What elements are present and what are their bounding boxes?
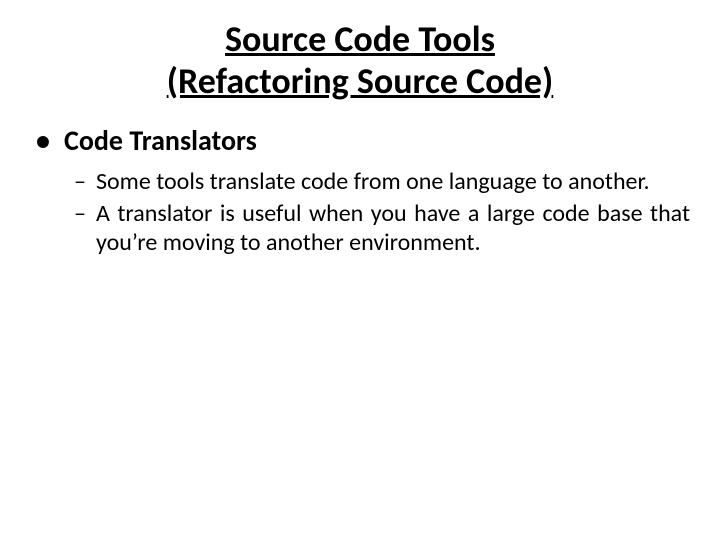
bullet-l2-text: Some tools translate code from one langu… [96,168,690,196]
bullet-level-1: • Code Translators [30,123,690,158]
bullet-l1-text: Code Translators [64,123,257,158]
title-line-2: (Refactoring Source Code) [167,59,553,103]
bullet-level-2: – A translator is useful when you have a… [74,200,690,257]
slide-title: Source Code Tools (Refactoring Source Co… [30,18,690,103]
bullet-level-2: – Some tools translate code from one lan… [74,168,690,196]
bullet-dash-icon: – [74,200,96,228]
title-line-1: Source Code Tools [225,17,495,61]
bullet-dot-icon: • [30,123,64,158]
bullet-l2-text: A translator is useful when you have a l… [96,200,690,257]
bullet-dash-icon: – [74,168,96,196]
